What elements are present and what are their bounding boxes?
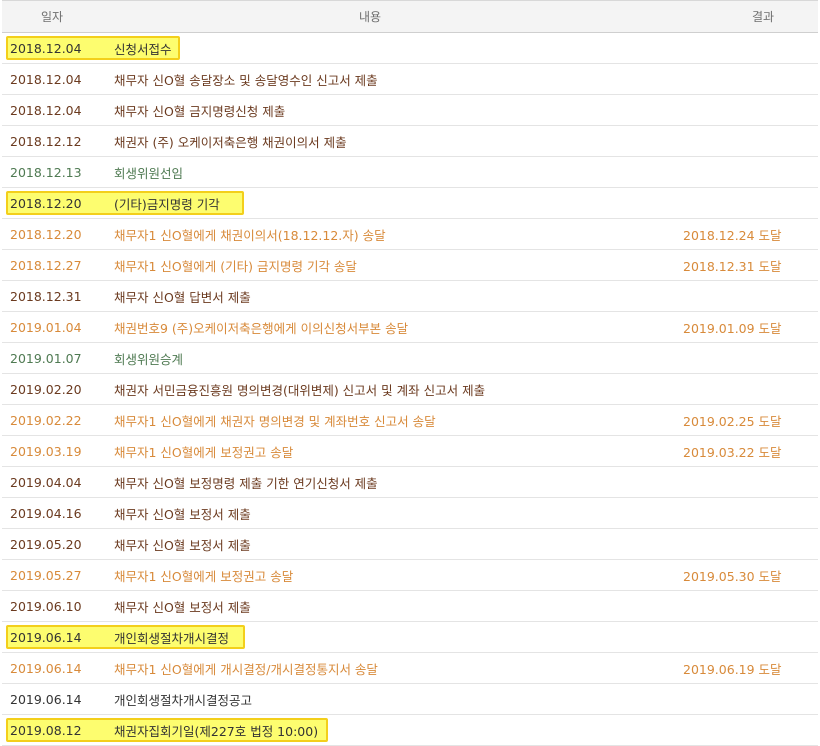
row-content: 채무자1 신O혈에게 보정권고 송달 xyxy=(114,444,294,460)
row-date: 2018.12.31 xyxy=(10,288,82,304)
table-row: 2019.08.12 채권자집회기일(제227호 법정 10:00) xyxy=(2,715,818,746)
row-content: 채무자 신O혈 보정서 제출 xyxy=(114,537,251,553)
row-date: 2019.01.04 xyxy=(10,319,82,335)
row-content: (기타)금지명령 기각 xyxy=(114,196,220,212)
row-date: 2018.12.04 xyxy=(10,71,82,87)
table-row: 2019.06.14 채무자1 신O혈에게 개시결정/개시결정통지서 송달 2019… xyxy=(2,653,818,684)
row-content: 채무자 신O혈 답변서 제출 xyxy=(114,289,251,305)
row-content: 채무자1 신O혈에게 채권자 명의변경 및 계좌번호 신고서 송달 xyxy=(114,413,436,429)
row-content: 채무자 신O혈 송달장소 및 송달영수인 신고서 제출 xyxy=(114,72,378,88)
row-content: 회생위원승계 xyxy=(114,351,184,367)
row-content: 개인회생절차개시결정 xyxy=(114,630,230,646)
header-result: 결과 xyxy=(751,10,775,24)
row-content: 채권번호9 (주)오케이저축은행에게 이의신청서부본 송달 xyxy=(114,320,409,336)
row-date: 2019.06.10 xyxy=(10,598,82,614)
row-date: 2018.12.04 xyxy=(10,40,82,56)
table-row: 2019.01.04 채권번호9 (주)오케이저축은행에게 이의신청서부본 송달 2… xyxy=(2,312,818,343)
table-row: 2018.12.04 신청서접수 xyxy=(2,33,818,64)
row-content: 개인회생절차개시결정공고 xyxy=(114,692,253,708)
table-row: 2018.12.13 회생위원선임 xyxy=(2,157,818,188)
case-history-table: 일자 내용 결과 2018.12.04 신청서접수 2018.12.04 채무자 신O… xyxy=(2,0,818,746)
table-row: 2019.04.04 채무자 신O혈 보정명령 제출 기한 연기신청서 제출 xyxy=(2,467,818,498)
table-row: 2019.06.14 개인회생절차개시결정 xyxy=(2,622,818,653)
row-result: 2019.05.30 도달 xyxy=(683,568,782,584)
row-content: 채무자 신O혈 보정서 제출 xyxy=(114,599,251,615)
table-row: 2019.02.22 채무자1 신O혈에게 채권자 명의변경 및 계좌번호 신고서… xyxy=(2,405,818,436)
row-content: 채무자1 신O혈에게 채권이의서(18.12.12.자) 송달 xyxy=(114,227,386,243)
table-row: 2018.12.20 (기타)금지명령 기각 xyxy=(2,188,818,219)
row-date: 2018.12.20 xyxy=(10,226,82,242)
table-row: 2019.06.14 개인회생절차개시결정공고 xyxy=(2,684,818,715)
row-result: 2019.02.25 도달 xyxy=(683,413,782,429)
row-result: 2018.12.31 도달 xyxy=(683,258,782,274)
table-row: 2019.06.10 채무자 신O혈 보정서 제출 xyxy=(2,591,818,622)
row-date: 2019.03.19 xyxy=(10,443,82,459)
table-row: 2019.05.20 채무자 신O혈 보정서 제출 xyxy=(2,529,818,560)
row-date: 2019.06.14 xyxy=(10,660,82,676)
table-row: 2018.12.04 채무자 신O혈 금지명령신청 제출 xyxy=(2,95,818,126)
row-result: 2019.06.19 도달 xyxy=(683,661,782,677)
table-row: 2019.04.16 채무자 신O혈 보정서 제출 xyxy=(2,498,818,529)
header-date: 일자 xyxy=(40,10,64,24)
row-date: 2018.12.20 xyxy=(10,195,82,211)
row-content: 채무자1 신O혈에게 개시결정/개시결정통지서 송달 xyxy=(114,661,378,677)
table-body: 2018.12.04 신청서접수 2018.12.04 채무자 신O혈 송달장소 및 … xyxy=(2,33,818,746)
row-content: 채무자1 신O혈에게 보정권고 송달 xyxy=(114,568,294,584)
row-date: 2019.08.12 xyxy=(10,722,82,738)
table-row: 2019.05.27 채무자1 신O혈에게 보정권고 송달 2019.05.30 도… xyxy=(2,560,818,591)
row-date: 2018.12.27 xyxy=(10,257,82,273)
table-row: 2018.12.31 채무자 신O혈 답변서 제출 xyxy=(2,281,818,312)
row-content: 신청서접수 xyxy=(114,41,172,57)
row-content: 채무자 신O혈 보정서 제출 xyxy=(114,506,251,522)
row-result: 2018.12.24 도달 xyxy=(683,227,782,243)
row-content: 채무자1 신O혈에게 (기타) 금지명령 기각 송달 xyxy=(114,258,357,274)
row-date: 2019.05.27 xyxy=(10,567,82,583)
row-date: 2018.12.13 xyxy=(10,164,82,180)
row-content: 회생위원선임 xyxy=(114,165,184,181)
row-date: 2018.12.12 xyxy=(10,133,82,149)
row-date: 2019.04.16 xyxy=(10,505,82,521)
row-result: 2019.01.09 도달 xyxy=(683,320,782,336)
table-header: 일자 내용 결과 xyxy=(2,0,818,33)
table-row: 2018.12.12 채권자 (주) 오케이저축은행 채권이의서 제출 xyxy=(2,126,818,157)
row-content: 채권자 서민금융진흥원 명의변경(대위변제) 신고서 및 계좌 신고서 제출 xyxy=(114,382,486,398)
row-result: 2019.03.22 도달 xyxy=(683,444,782,460)
row-date: 2019.02.20 xyxy=(10,381,82,397)
table-row: 2019.01.07 회생위원승계 xyxy=(2,343,818,374)
row-content: 채권자 (주) 오케이저축은행 채권이의서 제출 xyxy=(114,134,347,150)
table-row: 2018.12.20 채무자1 신O혈에게 채권이의서(18.12.12.자) 송… xyxy=(2,219,818,250)
row-date: 2019.02.22 xyxy=(10,412,82,428)
row-date: 2019.06.14 xyxy=(10,691,82,707)
table-row: 2018.12.04 채무자 신O혈 송달장소 및 송달영수인 신고서 제출 xyxy=(2,64,818,95)
row-date: 2019.06.14 xyxy=(10,629,82,645)
row-date: 2019.01.07 xyxy=(10,350,82,366)
header-content: 내용 xyxy=(358,10,382,24)
row-content: 채무자 신O혈 보정명령 제출 기한 연기신청서 제출 xyxy=(114,475,378,491)
row-content: 채권자집회기일(제227호 법정 10:00) xyxy=(114,723,319,739)
table-row: 2019.02.20 채권자 서민금융진흥원 명의변경(대위변제) 신고서 및 계… xyxy=(2,374,818,405)
table-row: 2018.12.27 채무자1 신O혈에게 (기타) 금지명령 기각 송달 2018… xyxy=(2,250,818,281)
row-content: 채무자 신O혈 금지명령신청 제출 xyxy=(114,103,286,119)
table-row: 2019.03.19 채무자1 신O혈에게 보정권고 송달 2019.03.22 도… xyxy=(2,436,818,467)
row-date: 2019.04.04 xyxy=(10,474,82,490)
row-date: 2019.05.20 xyxy=(10,536,82,552)
row-date: 2018.12.04 xyxy=(10,102,82,118)
